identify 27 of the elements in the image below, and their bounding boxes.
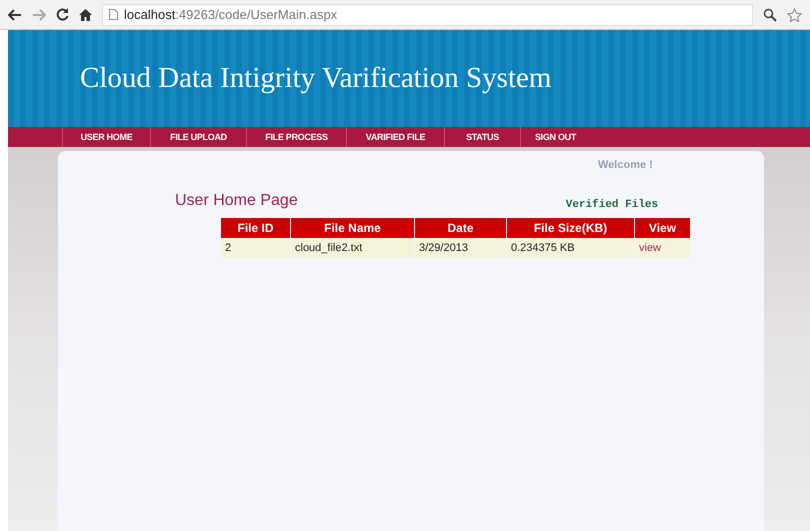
site-title: Cloud Data Intigrity Varification System (80, 61, 552, 96)
zoom-icon[interactable] (763, 8, 777, 22)
nav-link[interactable]: VARIFIED FILE (346, 127, 444, 147)
nav-link[interactable]: FILE UPLOAD (150, 127, 246, 147)
star-icon[interactable] (787, 8, 802, 22)
table-cell: 2 (220, 238, 290, 258)
nav-link[interactable]: FILE PROCESS (246, 127, 346, 147)
table-cell: 0.234375 KB (506, 238, 634, 258)
table-cell: 3/29/2013 (414, 238, 506, 258)
nav-link[interactable]: SIGN OUT (520, 127, 590, 147)
address-bar[interactable]: localhost:49263/code/UserMain.aspx (102, 4, 753, 26)
reload-icon[interactable] (56, 8, 69, 21)
nav-link[interactable]: STATUS (444, 127, 520, 147)
welcome-text: Welcome ! (598, 158, 653, 173)
nav-link[interactable]: USER HOME (62, 127, 150, 147)
column-header: Date (414, 218, 506, 238)
page-icon (109, 9, 118, 20)
table-caption: Verified Files (566, 198, 658, 212)
page-heading: User Home Page (175, 191, 298, 211)
column-header: File Size(KB) (506, 218, 634, 238)
table-cell: cloud_file2.txt (290, 238, 414, 258)
back-icon[interactable] (8, 8, 22, 20)
home-icon[interactable] (79, 8, 92, 21)
url-text: localhost:49263/code/UserMain.aspx (124, 6, 338, 24)
column-header: File ID (220, 218, 290, 238)
column-header: File Name (290, 218, 414, 238)
column-header: View (634, 218, 690, 238)
